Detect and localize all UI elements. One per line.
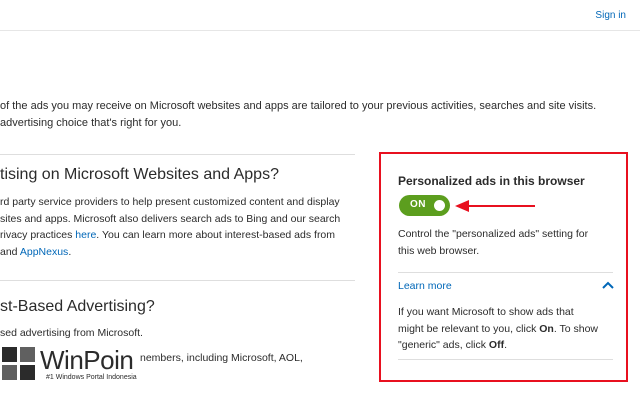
divider [398, 272, 613, 273]
intro-line-2: advertising choice that's right for you. [0, 117, 182, 129]
privacy-here-link[interactable]: here [75, 229, 96, 241]
panel-description: Control the "personalized ads" setting f… [398, 226, 613, 259]
intro-line-1: of the ads you may receive on Microsoft … [0, 100, 597, 112]
text: might be relevant to you, click [398, 322, 540, 335]
detail-line: If you want Microsoft to show ads that [398, 306, 574, 318]
intro-text: of the ads you may receive on Microsoft … [0, 98, 600, 132]
section-line: rivacy practices here. You can learn mor… [0, 227, 368, 244]
off-emphasis: Off [488, 339, 505, 351]
text: rivacy practices [0, 229, 76, 241]
text: "generic" ads, click [398, 339, 489, 351]
text: . [504, 339, 507, 351]
winpoin-logo-icon [2, 347, 35, 380]
chevron-up-icon[interactable] [602, 280, 614, 290]
personalized-ads-panel: Personalized ads in this browser ON Cont… [379, 152, 628, 382]
desc-line: Control the "personalized ads" setting f… [398, 228, 589, 240]
section-line: and AppNexus. [0, 244, 368, 261]
detail-line: "generic" ads, click Off. [398, 337, 616, 354]
text: . You can learn more about interest-base… [96, 229, 336, 241]
section-heading-microsoft-ads: tising on Microsoft Websites and Apps? [0, 166, 279, 183]
section-line: sites and apps. Microsoft also delivers … [0, 212, 341, 225]
divider [398, 359, 613, 360]
personalized-ads-toggle[interactable]: ON [399, 195, 450, 216]
learn-more-detail: If you want Microsoft to show ads that m… [398, 304, 616, 354]
top-bar: Sign in [0, 0, 640, 31]
section-heading-interest-based: st-Based Advertising? [0, 298, 155, 315]
on-emphasis: On [539, 322, 554, 335]
section-body-microsoft-ads: rd party service providers to help prese… [0, 194, 368, 260]
divider [0, 154, 355, 155]
winpoin-wordmark: WinPoin [40, 345, 134, 375]
text: . [68, 245, 72, 258]
section-line: rd party service providers to help prese… [0, 196, 340, 208]
section-line: nembers, including Microsoft, AOL, [140, 352, 303, 364]
winpoin-watermark: WinPoin #1 Windows Portal Indonesia [0, 345, 160, 387]
panel-title: Personalized ads in this browser [398, 174, 585, 188]
learn-more-link[interactable]: Learn more [398, 280, 452, 292]
arrow-left-icon [455, 200, 535, 212]
sign-in-link[interactable]: Sign in [595, 10, 626, 21]
section-line: sed advertising from Microsoft. [0, 327, 143, 339]
desc-line: this web browser. [398, 244, 480, 257]
text: . To show [553, 322, 598, 335]
toggle-knob [434, 200, 445, 211]
winpoin-tagline: #1 Windows Portal Indonesia [46, 374, 137, 381]
text: and [0, 245, 20, 258]
toggle-label: ON [410, 199, 426, 210]
divider [0, 280, 355, 281]
appnexus-link[interactable]: AppNexus [20, 246, 68, 258]
detail-line: might be relevant to you, click On. To s… [398, 321, 616, 338]
